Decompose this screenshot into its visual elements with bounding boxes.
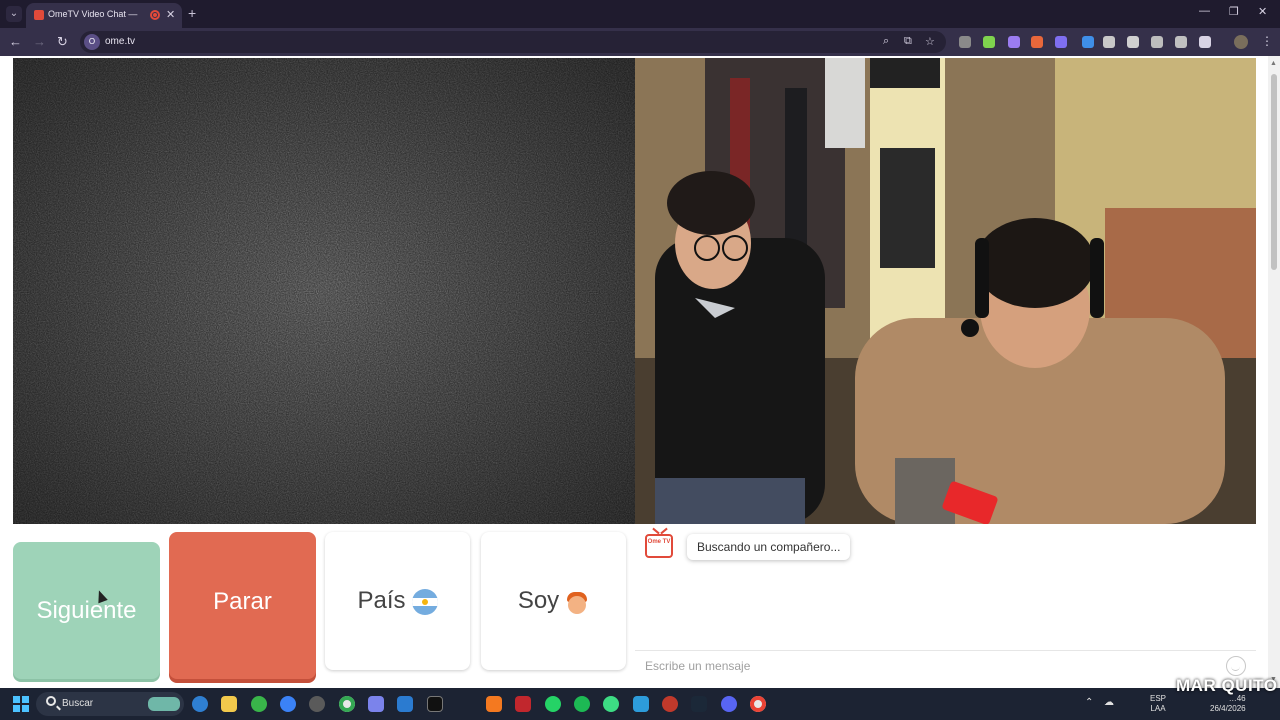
whatsapp-icon[interactable] (545, 696, 561, 712)
lang-code: ESP (1150, 694, 1167, 703)
terminal-icon[interactable] (427, 696, 443, 712)
lang-layout: LAA (1150, 704, 1166, 713)
country-button[interactable]: País (325, 532, 470, 670)
reload-icon[interactable]: ↻ (57, 34, 68, 50)
xbox-icon[interactable] (251, 696, 267, 712)
gender-button-label: Soy (517, 587, 560, 614)
taskbar-search[interactable]: Buscar (36, 692, 184, 716)
vscode-icon[interactable] (397, 696, 413, 712)
stop-button-label: Parar (213, 588, 272, 615)
extension-6-icon[interactable] (1082, 36, 1094, 48)
xampp-icon[interactable] (486, 696, 502, 712)
emoji-smile-icon[interactable] (1226, 656, 1246, 676)
argentina-flag-icon (411, 588, 438, 615)
chrome-icon[interactable] (339, 696, 355, 712)
extension-9-icon[interactable] (1151, 36, 1163, 48)
scroll-up-icon[interactable]: ▲ (1270, 60, 1277, 67)
browser-toolbar: ← → ↻ O ome.tv ⌕ ⧉ ☆ ⋮ (0, 28, 1280, 56)
app-green-icon[interactable] (603, 696, 619, 712)
extension-1-icon[interactable] (959, 36, 971, 48)
edge-icon[interactable] (192, 696, 208, 712)
chat-panel: Ome TV Buscando un compañero... (635, 524, 1256, 682)
clock-date: 26/4/2026 (1210, 704, 1246, 713)
tab-close-icon[interactable]: ✕ (166, 8, 175, 21)
country-button-label: País (357, 587, 406, 614)
site-info-icon[interactable]: O (84, 34, 100, 50)
zoom-icon[interactable]: ⌕ (883, 35, 889, 48)
ometv-logo-icon: Ome TV (645, 534, 673, 558)
recording-icon (150, 10, 160, 20)
taskbar-clock[interactable]: …46 26/4/2026 (1210, 694, 1246, 714)
obs-icon[interactable] (309, 696, 325, 712)
search-icon (46, 696, 56, 706)
streamer-watermark: MAR QUITO (1176, 676, 1278, 695)
restore-icon[interactable]: ❐ (1229, 5, 1239, 18)
stop-button[interactable]: Parar (169, 532, 316, 679)
chrome-active-icon[interactable] (750, 696, 766, 712)
windows-start-icon[interactable] (13, 696, 29, 712)
scroll-thumb[interactable] (1271, 74, 1277, 270)
notes-icon[interactable] (633, 696, 649, 712)
shield-icon[interactable] (1127, 36, 1139, 48)
url-text[interactable]: ome.tv (105, 36, 135, 47)
extensions-puzzle-icon[interactable] (1199, 36, 1211, 48)
chat-message-input[interactable] (635, 651, 1215, 681)
teams-icon[interactable] (368, 696, 384, 712)
extension-5-icon[interactable] (1055, 36, 1067, 48)
self-video-feed (635, 58, 1256, 524)
steam-icon[interactable] (691, 696, 707, 712)
boy-emoji-icon (565, 590, 589, 614)
extension-3-icon[interactable] (1008, 36, 1020, 48)
search-highlight-icon (148, 697, 180, 711)
discord-icon[interactable] (721, 696, 737, 712)
ometv-favicon-icon (34, 10, 44, 20)
tab-title: OmeTV Video Chat — Ome (48, 9, 138, 19)
next-button-label: Siguiente (36, 597, 137, 624)
address-bar[interactable]: O ome.tv ⌕ ⧉ ☆ (80, 31, 946, 53)
window-close-icon[interactable]: ✕ (1258, 5, 1267, 18)
tab-search-icon[interactable]: ⌄ (6, 6, 22, 22)
next-button[interactable]: Siguiente (13, 542, 160, 679)
partner-video-static (13, 58, 635, 524)
tab-ometv[interactable]: OmeTV Video Chat — Ome ✕ (26, 3, 182, 28)
windows-taskbar: Buscar ⌃ ☁ ESP LAA …46 26/4/2026 (0, 688, 1280, 720)
menu-kebab-icon[interactable]: ⋮ (1261, 34, 1273, 48)
filezilla-icon[interactable] (515, 696, 531, 712)
extension-2-icon[interactable] (983, 36, 995, 48)
bookmark-star-icon[interactable]: ☆ (925, 35, 935, 48)
taskbar-search-text: Buscar (62, 698, 94, 709)
spotify-icon[interactable] (574, 696, 590, 712)
back-icon[interactable]: ← (9, 34, 22, 50)
status-message: Buscando un compañero... (687, 534, 851, 560)
chat-input-bar (635, 650, 1256, 682)
gender-button[interactable]: Soy (481, 532, 626, 670)
onedrive-icon[interactable]: ☁ (1104, 697, 1114, 708)
browser-tab-bar: ⌄ OmeTV Video Chat — Ome ✕ + — ❐ ✕ (0, 0, 1280, 28)
app-red-icon[interactable] (662, 696, 678, 712)
minimize-icon[interactable]: — (1199, 5, 1210, 17)
extension-7-icon[interactable] (1103, 36, 1115, 48)
tray-overflow-icon[interactable]: ⌃ (1085, 697, 1093, 708)
forward-icon[interactable]: → (33, 34, 46, 50)
webcam-scene (635, 58, 1256, 524)
new-tab-icon[interactable]: + (188, 5, 196, 21)
extension-4-icon[interactable] (1031, 36, 1043, 48)
page-scrollbar[interactable]: ▲ ▼ (1268, 56, 1280, 688)
file-explorer-icon[interactable] (221, 696, 237, 712)
static-noise-canvas (13, 58, 635, 524)
extension-10-icon[interactable] (1175, 36, 1187, 48)
cast-icon[interactable]: ⧉ (904, 35, 912, 48)
app-blue-icon[interactable] (280, 696, 296, 712)
profile-avatar[interactable] (1234, 35, 1248, 49)
clock-time: …46 (1228, 694, 1246, 703)
ometv-page: Siguiente Parar País Soy Ome TV Buscando… (0, 56, 1280, 688)
language-indicator[interactable]: ESP LAA (1150, 694, 1166, 714)
